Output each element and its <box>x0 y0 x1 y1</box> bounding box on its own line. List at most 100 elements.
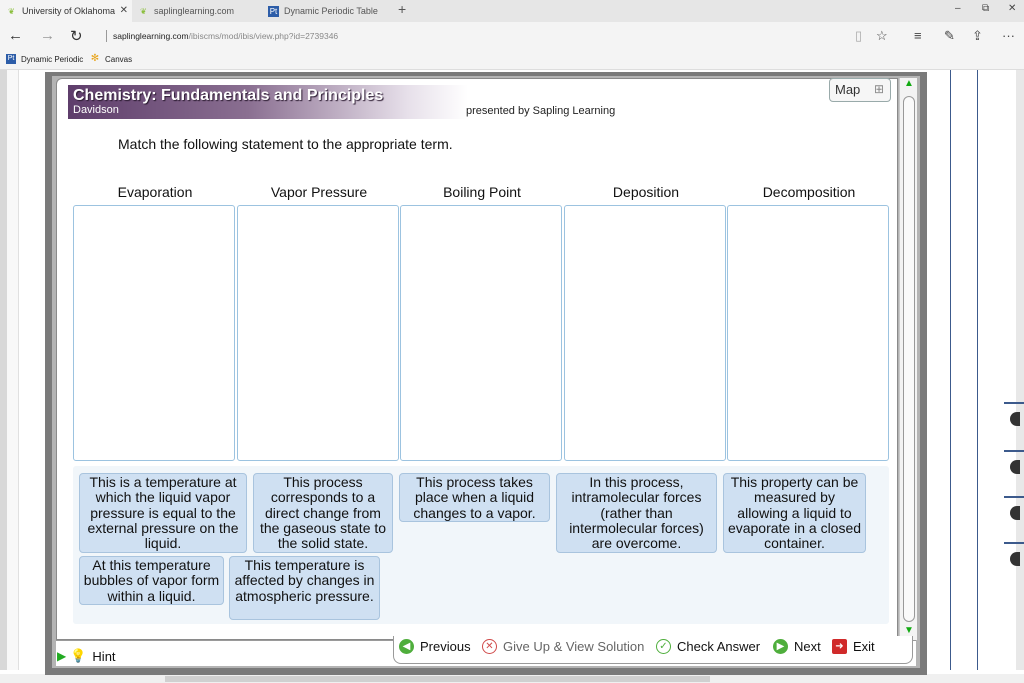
map-icon: ⊞ <box>873 82 884 96</box>
right-marker <box>1004 542 1024 544</box>
question-instruction: Match the following statement to the app… <box>118 136 453 152</box>
draggable-card[interactable]: This process corresponds to a direct cha… <box>253 473 393 553</box>
horizontal-scroll-thumb[interactable] <box>165 676 710 682</box>
tab-label: University of Oklahoma <box>22 6 116 16</box>
favorites-bar: Pt Dynamic Periodic ✻ Canvas <box>0 50 1024 70</box>
right-handle <box>1010 460 1020 474</box>
window-close-icon[interactable]: ✕ <box>1008 3 1016 14</box>
right-scrollbar[interactable] <box>1016 70 1024 670</box>
map-button[interactable]: Map ⊞ <box>829 78 891 102</box>
refresh-icon[interactable]: ↻ <box>70 27 83 45</box>
url-path: /ibiscms/mod/ibis/view.php?id=2739346 <box>188 31 339 41</box>
right-handle <box>1010 506 1020 520</box>
minimize-icon[interactable]: – <box>955 3 961 14</box>
leaf-icon: ❦ <box>140 6 147 16</box>
right-handle <box>1010 412 1020 426</box>
draggable-card[interactable]: In this process, intramolecular forces (… <box>556 473 717 553</box>
favorite-canvas[interactable]: ✻ Canvas <box>90 54 132 64</box>
previous-arrow-icon: ◀ <box>399 639 414 654</box>
right-marker <box>1004 402 1024 404</box>
left-margin <box>7 70 19 670</box>
lightbulb-icon: 💡 <box>70 648 87 663</box>
hint-label: Hint <box>92 648 116 664</box>
previous-button[interactable]: ◀ Previous <box>399 639 471 654</box>
favorite-label: Canvas <box>105 54 133 64</box>
drop-zone-boiling-point[interactable] <box>400 205 562 461</box>
hub-icon[interactable]: ≡ <box>914 28 922 43</box>
draggable-card[interactable]: This property can be measured by allowin… <box>723 473 866 553</box>
course-title: Chemistry: Fundamentals and Principles <box>73 87 384 104</box>
more-icon[interactable]: ··· <box>1002 28 1015 43</box>
new-tab-icon[interactable]: + <box>398 1 406 17</box>
card-text: In this process, intramolecular forces (… <box>569 474 704 552</box>
url-host: saplinglearning.com <box>113 31 189 41</box>
tab-university-of-oklahoma[interactable]: ❦ University of Oklahoma ✕ <box>0 0 132 22</box>
activity-scrollbar[interactable]: ▲ ▼ <box>899 78 917 640</box>
scroll-up-icon[interactable]: ▲ <box>904 78 914 89</box>
forward-icon[interactable]: → <box>40 27 55 44</box>
give-up-label: Give Up & View Solution <box>503 639 645 654</box>
tab-dynamic-periodic-table[interactable]: Pt Dynamic Periodic Table <box>262 0 392 22</box>
card-text: At this temperature bubbles of vapor for… <box>83 557 220 604</box>
right-divider <box>950 70 951 670</box>
check-label: Check Answer <box>677 639 761 654</box>
next-arrow-icon: ▶ <box>773 639 788 654</box>
restore-icon[interactable]: ⧉ <box>982 3 989 14</box>
pt-icon: Pt <box>6 54 16 64</box>
drop-zone-decomposition[interactable] <box>727 205 889 461</box>
next-label: Next <box>794 639 821 654</box>
draggable-card[interactable]: At this temperature bubbles of vapor for… <box>79 556 224 605</box>
leaf-icon: ❦ <box>8 6 15 16</box>
left-gutter <box>0 70 7 670</box>
card-text: This process corresponds to a direct cha… <box>259 474 387 552</box>
back-icon[interactable]: ← <box>8 27 23 44</box>
tab-saplinglearning[interactable]: ❦ saplinglearning.com <box>132 0 262 22</box>
right-marker <box>1004 496 1024 498</box>
right-handle <box>1010 552 1020 566</box>
next-button[interactable]: ▶ Next <box>773 639 821 654</box>
card-text: This is a temperature at which the liqui… <box>87 474 239 552</box>
favorite-label: Dynamic Periodic <box>21 54 84 64</box>
pt-icon: Pt <box>268 5 279 17</box>
check-answer-button[interactable]: ✓ Check Answer <box>656 639 760 654</box>
bin-label-decomposition: Decomposition <box>762 184 856 200</box>
favorite-dynamic-periodic[interactable]: Pt Dynamic Periodic <box>6 54 83 64</box>
card-text: This process takes place when a liquid c… <box>413 474 536 521</box>
exit-label: Exit <box>853 639 875 654</box>
scroll-down-icon[interactable]: ▼ <box>904 625 914 636</box>
canvas-icon: ✻ <box>90 53 100 64</box>
exit-button[interactable]: ➜ Exit <box>832 639 875 654</box>
hint-button[interactable]: ▶ 💡 Hint <box>57 648 116 664</box>
map-label: Map <box>835 82 861 97</box>
right-marker <box>1004 450 1024 452</box>
exit-icon: ➜ <box>832 639 847 654</box>
check-icon: ✓ <box>656 639 671 654</box>
tab-label: Dynamic Periodic Table <box>284 6 378 16</box>
give-up-button[interactable]: ✕ Give Up & View Solution <box>482 639 644 654</box>
drop-zone-deposition[interactable] <box>564 205 726 461</box>
drop-zone-evaporation[interactable] <box>73 205 235 461</box>
bin-label-deposition: Deposition <box>612 184 680 200</box>
scroll-thumb[interactable] <box>903 96 915 622</box>
close-icon[interactable]: ✕ <box>120 5 128 16</box>
draggable-card[interactable]: This temperature is affected by changes … <box>229 556 380 620</box>
card-text: This property can be measured by allowin… <box>727 474 862 552</box>
bin-label-vapor-pressure: Vapor Pressure <box>270 184 368 200</box>
web-note-icon[interactable]: ✎ <box>944 28 955 44</box>
drop-zone-vapor-pressure[interactable] <box>237 205 399 461</box>
expand-arrow-icon: ▶ <box>57 649 67 663</box>
tab-bar: ❦ University of Oklahoma ✕ ❦ saplinglear… <box>0 0 1024 22</box>
favorite-star-icon[interactable]: ☆ <box>876 28 888 44</box>
give-up-icon: ✕ <box>482 639 497 654</box>
draggable-card[interactable]: This process takes place when a liquid c… <box>399 473 550 522</box>
url-field[interactable]: saplinglearning.com/ibiscms/mod/ibis/vie… <box>106 30 338 42</box>
share-icon[interactable]: ⇪ <box>972 28 983 44</box>
card-text: This temperature is affected by changes … <box>234 557 375 604</box>
draggable-card[interactable]: This is a temperature at which the liqui… <box>79 473 247 553</box>
right-divider <box>977 70 978 670</box>
tab-label: saplinglearning.com <box>154 6 235 16</box>
presented-by: presented by Sapling Learning <box>466 105 616 117</box>
reading-view-icon[interactable]: ▯ <box>855 28 862 44</box>
previous-label: Previous <box>420 639 471 654</box>
course-author: Davidson <box>73 104 119 116</box>
